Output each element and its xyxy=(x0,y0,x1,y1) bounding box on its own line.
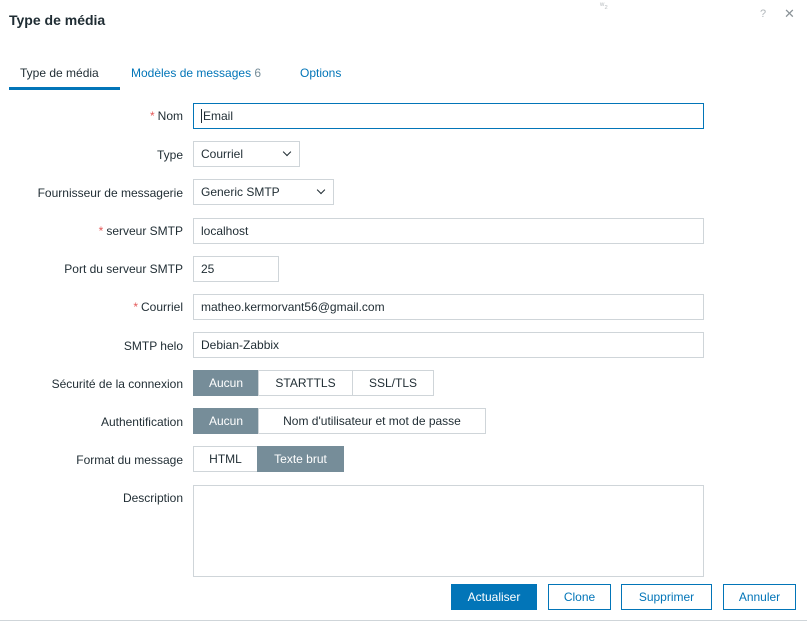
auth-option-none[interactable]: Aucun xyxy=(193,408,259,434)
close-icon[interactable]: ✕ xyxy=(784,6,795,22)
active-tab-indicator xyxy=(9,87,120,90)
provider-label: Fournisseur de messagerie xyxy=(37,186,183,200)
security-option-starttls[interactable]: STARTTLS xyxy=(258,370,353,396)
format-option-plaintext[interactable]: Texte brut xyxy=(257,446,344,472)
type-label: Type xyxy=(156,148,183,162)
name-input[interactable]: Email xyxy=(193,103,704,129)
tab-media-type-label: Type de média xyxy=(20,66,99,80)
tab-bar: Type de média Modèles de messages 6 Opti… xyxy=(9,58,799,90)
description-textarea[interactable] xyxy=(193,485,704,577)
type-select[interactable]: Courriel xyxy=(193,141,300,167)
delete-button[interactable]: Supprimer xyxy=(621,584,712,610)
tab-media-type[interactable]: Type de média xyxy=(20,66,99,80)
cancel-button[interactable]: Annuler xyxy=(723,584,796,610)
tab-options-label: Options xyxy=(300,66,342,80)
tab-message-templates-label: Modèles de messages xyxy=(131,66,252,80)
dialog-title: Type de média xyxy=(9,12,106,28)
security-option-none[interactable]: Aucun xyxy=(193,370,259,396)
provider-select-value: Generic SMTP xyxy=(201,185,280,199)
smtp-helo-label: SMTP helo xyxy=(123,339,183,353)
type-select-value: Courriel xyxy=(201,147,244,161)
tab-message-templates[interactable]: Modèles de messages 6 xyxy=(131,66,261,80)
required-marker: * xyxy=(149,109,155,123)
chevron-down-icon xyxy=(316,185,326,195)
email-label: * Courriel xyxy=(133,300,183,314)
bottom-divider xyxy=(0,620,807,621)
email-input[interactable]: matheo.kermorvant56@gmail.com xyxy=(193,294,704,320)
format-option-html[interactable]: HTML xyxy=(193,446,258,472)
chevron-down-icon xyxy=(282,147,292,157)
clone-button[interactable]: Clone xyxy=(548,584,611,610)
format-segmented: HTML Texte brut xyxy=(193,446,344,472)
smtp-port-input[interactable]: 25 xyxy=(193,256,279,282)
security-label: Sécurité de la connexion xyxy=(51,377,183,391)
name-label: * Nom xyxy=(149,109,183,123)
provider-select[interactable]: Generic SMTP xyxy=(193,179,334,205)
auth-segmented: Aucun Nom d'utilisateur et mot de passe xyxy=(193,408,486,434)
tab-message-templates-count: 6 xyxy=(254,66,262,80)
smtp-server-input[interactable]: localhost xyxy=(193,218,704,244)
help-icon[interactable]: ? xyxy=(760,8,766,20)
smtp-helo-input[interactable]: Debian-Zabbix xyxy=(193,332,704,358)
security-option-ssltls[interactable]: SSL/TLS xyxy=(352,370,434,396)
stray-glyph: ʷ₂ xyxy=(600,0,608,10)
format-label: Format du message xyxy=(76,453,183,467)
smtp-server-label: * serveur SMTP xyxy=(98,224,183,238)
auth-label: Authentification xyxy=(100,415,183,429)
update-button[interactable]: Actualiser xyxy=(451,584,537,610)
auth-option-password[interactable]: Nom d'utilisateur et mot de passe xyxy=(258,408,486,434)
smtp-port-label: Port du serveur SMTP xyxy=(64,262,183,276)
tab-options[interactable]: Options xyxy=(300,66,341,80)
description-label: Description xyxy=(122,491,183,505)
security-segmented: Aucun STARTTLS SSL/TLS xyxy=(193,370,434,396)
